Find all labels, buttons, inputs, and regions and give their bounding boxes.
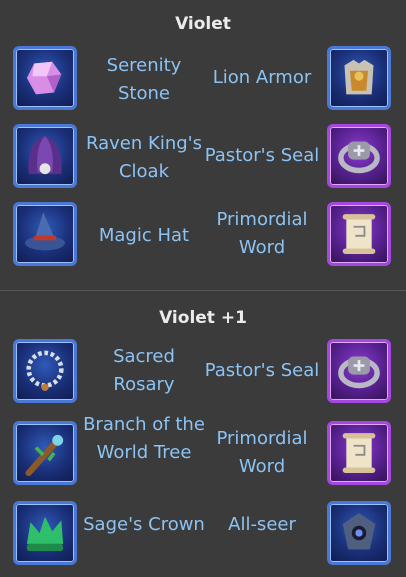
item-row: Magic Hat Primordial Word [0,202,406,270]
item-label: Primordial Word [216,428,308,477]
branch-icon[interactable] [13,421,77,485]
gem-icon[interactable] [13,46,77,110]
section-violet: Violet Serenity Stone Lion Armor Raven K… [0,0,406,290]
amulet-icon[interactable] [327,501,391,565]
hat-icon[interactable] [13,202,77,266]
item-label: Branch of the World Tree [83,414,205,463]
item-label: Raven King's Cloak [86,133,202,182]
item-label: Serenity Stone [106,55,182,104]
item-label: Pastor's Seal [204,145,320,166]
item-row: Serenity Stone Lion Armor [0,46,406,114]
section-violet-plus-1: Violet +1 Sacred Rosary Pastor's Seal Br… [0,290,406,577]
item-label: Lion Armor [212,67,312,88]
ring-icon[interactable] [327,339,391,403]
section-title: Violet +1 [159,308,247,328]
item-row: Branch of the World Tree Primordial Word [0,414,406,489]
item-label: Primordial Word [216,209,308,258]
item-label: Magic Hat [98,225,190,246]
scroll-icon[interactable] [327,421,391,485]
crown-icon[interactable] [13,501,77,565]
rosary-icon[interactable] [13,339,77,403]
scroll-icon[interactable] [327,202,391,266]
cloak-icon[interactable] [13,124,77,188]
armor-icon[interactable] [327,46,391,110]
item-label: Sacred Rosary [113,346,175,395]
ring-icon[interactable] [327,124,391,188]
item-row: Sage's Crown All-seer [0,501,406,569]
item-row: Sacred Rosary Pastor's Seal [0,339,406,407]
section-title: Violet [175,14,231,34]
item-row: Raven King's Cloak Pastor's Seal [0,124,406,192]
item-label: All-seer [228,514,296,535]
item-label: Sage's Crown [83,514,205,535]
item-label: Pastor's Seal [204,360,320,381]
